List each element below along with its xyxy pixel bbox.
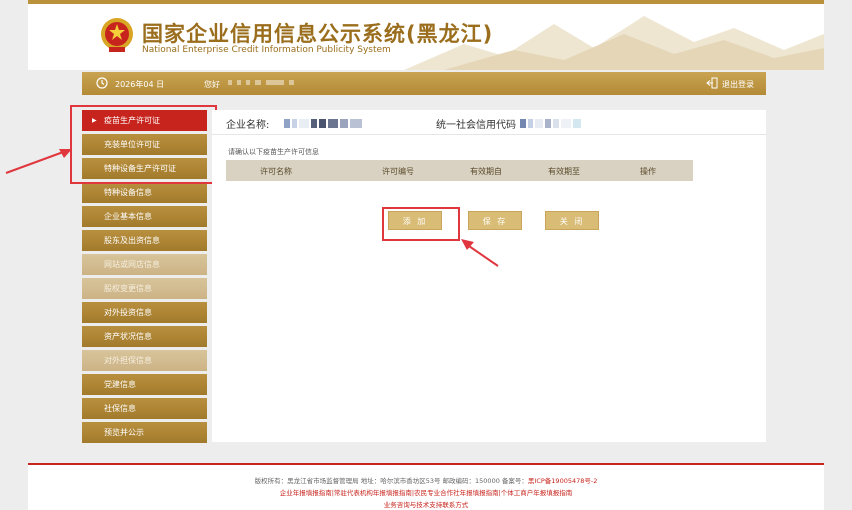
main-content: 企业名称: 统一社会信用代码 请确认以下疫苗生产许可信息 许可名称 许可编号 有… <box>212 110 766 442</box>
save-button[interactable]: 保 存 <box>468 211 522 230</box>
sidebar-item-guarantee[interactable]: 对外担保信息 <box>82 350 207 371</box>
close-button[interactable]: 关 闭 <box>545 211 599 230</box>
footer-copyright: 版权所有：黑龙江省市场监督管理局 地址：哈尔滨市香坊区53号 邮政编码：1500… <box>254 477 598 485</box>
system-subtitle: National Enterprise Credit Information P… <box>142 45 391 55</box>
sidebar-item-website[interactable]: 网站或网店信息 <box>82 254 207 275</box>
page: 国家企业信用信息公示系统(黑龙江) National Enterprise Cr… <box>5 0 824 510</box>
col-actions: 操作 <box>640 167 656 176</box>
col-valid-to: 有效期至 <box>548 167 580 176</box>
current-date: 2026年04 日 <box>115 80 165 89</box>
sidebar-item-investment[interactable]: 对外投资信息 <box>82 302 207 323</box>
masked-credit-code <box>520 119 583 128</box>
masked-company-name <box>284 119 364 128</box>
icp-link[interactable]: 黑ICP备19005478号-2 <box>528 477 597 485</box>
credit-code-label: 统一社会信用代码 <box>436 120 516 131</box>
national-emblem-icon <box>101 18 133 52</box>
col-license-number: 许可编号 <box>382 167 414 176</box>
annotation-arrow-icon <box>461 239 499 267</box>
logout-icon[interactable] <box>706 77 718 89</box>
site-header: 国家企业信用信息公示系统(黑龙江) National Enterprise Cr… <box>28 4 824 70</box>
clock-icon <box>96 77 108 89</box>
col-license-name: 许可名称 <box>260 167 292 176</box>
col-valid-from: 有效期自 <box>470 167 502 176</box>
license-table-header: 许可名称 许可编号 有效期自 有效期至 操作 <box>226 160 693 181</box>
logout-link[interactable]: 退出登录 <box>722 79 754 90</box>
confirm-hint: 请确认以下疫苗生产许可信息 <box>228 148 319 156</box>
sidebar-item-shareholders[interactable]: 股东及出资信息 <box>82 230 207 251</box>
sidebar-item-basic-info[interactable]: 企业基本信息 <box>82 206 207 227</box>
annotation-arrow-icon <box>5 149 72 174</box>
system-title: 国家企业信用信息公示系统(黑龙江) <box>142 22 494 46</box>
highlight-box-sidebar <box>70 105 217 184</box>
masked-user-name <box>228 78 338 88</box>
sidebar-item-equity-change[interactable]: 股权变更信息 <box>82 278 207 299</box>
sidebar-item-special-equipment-info[interactable]: 特种设备信息 <box>82 182 207 203</box>
info-bar: 2026年04 日 您好 退出登录 <box>82 72 766 95</box>
company-name-label: 企业名称: <box>226 120 270 131</box>
sidebar-item-social-security[interactable]: 社保信息 <box>82 398 207 419</box>
footer-support-link[interactable]: 业务咨询与技术支持联系方式 <box>28 499 824 509</box>
divider <box>212 134 766 135</box>
highlight-box-add-button <box>382 207 460 241</box>
sidebar-item-assets[interactable]: 资产状况信息 <box>82 326 207 347</box>
footer-guide-links[interactable]: 企业年报填报指南|常驻代表机构年报填报指南|农民专业合作社年报填报指南|个体工商… <box>28 487 824 497</box>
footer: 版权所有：黑龙江省市场监督管理局 地址：哈尔滨市香坊区53号 邮政编码：1500… <box>28 463 824 510</box>
sidebar-item-preview-publish[interactable]: 预览并公示 <box>82 422 207 443</box>
greeting: 您好 <box>204 80 220 89</box>
sidebar-item-party-building[interactable]: 党建信息 <box>82 374 207 395</box>
